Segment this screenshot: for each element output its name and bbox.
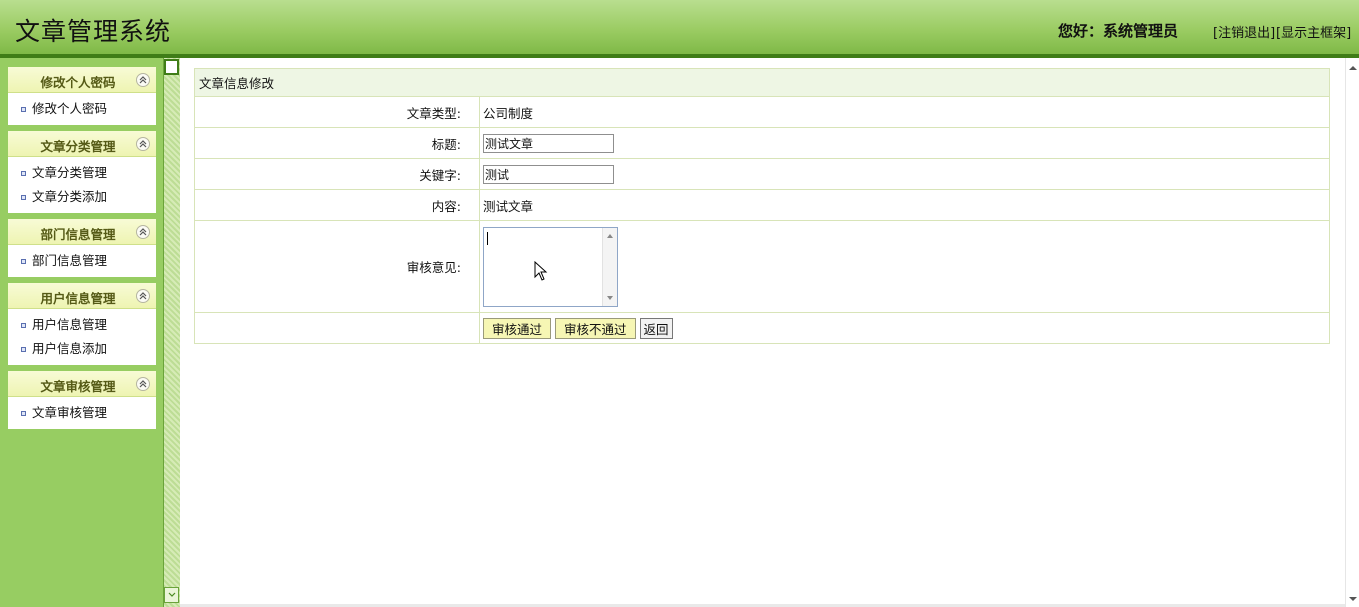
bullet-icon [21, 411, 26, 416]
collapse-icon[interactable] [136, 73, 150, 87]
review-opinion-box [483, 226, 618, 307]
content-label: 内容: [194, 189, 480, 221]
menu-item-label: 文章分类添加 [32, 189, 108, 204]
mouse-cursor-icon [534, 261, 548, 281]
page-scrollbar[interactable] [1345, 58, 1359, 607]
keyword-input[interactable] [483, 164, 614, 184]
sidebar: 修改个人密码 修改个人密码 文章分类管理 文章分类管理 文章分类添加 部门信息管… [0, 58, 163, 607]
approve-button[interactable]: 审核通过 [483, 317, 552, 339]
title-label: 标题: [194, 127, 480, 159]
menu-item-user-manage[interactable]: 用户信息管理 [8, 313, 156, 337]
scroll-down-icon[interactable] [1349, 597, 1357, 601]
text-caret [487, 231, 488, 245]
menu-group-department: 部门信息管理 部门信息管理 [8, 219, 156, 277]
menu-item-label: 用户信息添加 [32, 341, 108, 356]
back-button[interactable]: 返回 [639, 317, 673, 339]
menu-item-label: 文章审核管理 [32, 405, 108, 420]
menu-group-title: 文章审核管理 [40, 379, 116, 394]
bullet-icon [21, 195, 26, 200]
menu-item-department-manage[interactable]: 部门信息管理 [8, 249, 156, 273]
splitter-down-button[interactable] [164, 587, 179, 603]
bullet-icon [21, 347, 26, 352]
main-content: 文章信息修改 文章类型: 公司制度 标题: 关键字: 内容: 测试文章 审核意见… [180, 58, 1345, 604]
textarea-scrollbar[interactable] [602, 227, 617, 306]
menu-group-title: 文章分类管理 [40, 139, 116, 154]
menu-group-title: 部门信息管理 [40, 227, 116, 242]
title-input[interactable] [483, 133, 614, 153]
user-greeting: 您好：系统管理员 [1058, 22, 1179, 40]
menu-item-label: 文章分类管理 [32, 165, 108, 180]
menu-group-user: 用户信息管理 用户信息管理 用户信息添加 [8, 283, 156, 365]
bullet-icon [21, 259, 26, 264]
top-header: 文章管理系统 您好：系统管理员 [注销退出] [显示主框架] [0, 0, 1359, 58]
menu-item-label: 部门信息管理 [32, 253, 108, 268]
article-form-table: 文章信息修改 文章类型: 公司制度 标题: 关键字: 内容: 测试文章 审核意见… [194, 68, 1330, 344]
app-title: 文章管理系统 [15, 17, 172, 46]
collapse-icon[interactable] [136, 137, 150, 151]
scroll-up-icon[interactable] [607, 233, 613, 238]
splitter-toggle-button[interactable] [164, 59, 179, 75]
menu-group-review: 文章审核管理 文章审核管理 [8, 371, 156, 429]
keyword-label: 关键字: [194, 158, 480, 190]
chevron-down-icon [168, 592, 176, 597]
menu-group-title: 修改个人密码 [40, 75, 116, 90]
collapse-icon[interactable] [136, 225, 150, 239]
review-opinion-label: 审核意见: [194, 220, 480, 313]
content-value: 测试文章 [479, 189, 1330, 221]
bullet-icon [21, 171, 26, 176]
menu-item-label: 修改个人密码 [32, 101, 108, 116]
scroll-up-icon[interactable] [1349, 66, 1357, 70]
menu-item-change-password[interactable]: 修改个人密码 [8, 97, 156, 121]
bullet-icon [21, 323, 26, 328]
menu-item-category-add[interactable]: 文章分类添加 [8, 185, 156, 209]
article-type-label: 文章类型: [194, 96, 480, 128]
menu-group-title: 用户信息管理 [40, 291, 116, 306]
menu-group-header[interactable]: 用户信息管理 [8, 283, 156, 309]
menu-item-label: 用户信息管理 [32, 317, 108, 332]
menu-item-user-add[interactable]: 用户信息添加 [8, 337, 156, 361]
article-type-value: 公司制度 [479, 96, 1330, 128]
menu-group-header[interactable]: 修改个人密码 [8, 67, 156, 93]
menu-group-header[interactable]: 部门信息管理 [8, 219, 156, 245]
menu-item-review-manage[interactable]: 文章审核管理 [8, 401, 156, 425]
menu-group-password: 修改个人密码 修改个人密码 [8, 67, 156, 125]
frame-splitter[interactable] [163, 58, 180, 607]
menu-group-category: 文章分类管理 文章分类管理 文章分类添加 [8, 131, 156, 213]
menu-group-header[interactable]: 文章审核管理 [8, 371, 156, 397]
menu-group-header[interactable]: 文章分类管理 [8, 131, 156, 157]
logout-link[interactable]: [注销退出] [1213, 22, 1275, 41]
collapse-icon[interactable] [136, 289, 150, 303]
collapse-icon[interactable] [136, 377, 150, 391]
reject-button[interactable]: 审核不通过 [555, 317, 636, 339]
show-main-frame-link[interactable]: [显示主框架] [1276, 22, 1351, 41]
scroll-down-icon[interactable] [607, 295, 613, 300]
menu-item-category-manage[interactable]: 文章分类管理 [8, 161, 156, 185]
bullet-icon [21, 107, 26, 112]
form-title: 文章信息修改 [194, 68, 1330, 97]
